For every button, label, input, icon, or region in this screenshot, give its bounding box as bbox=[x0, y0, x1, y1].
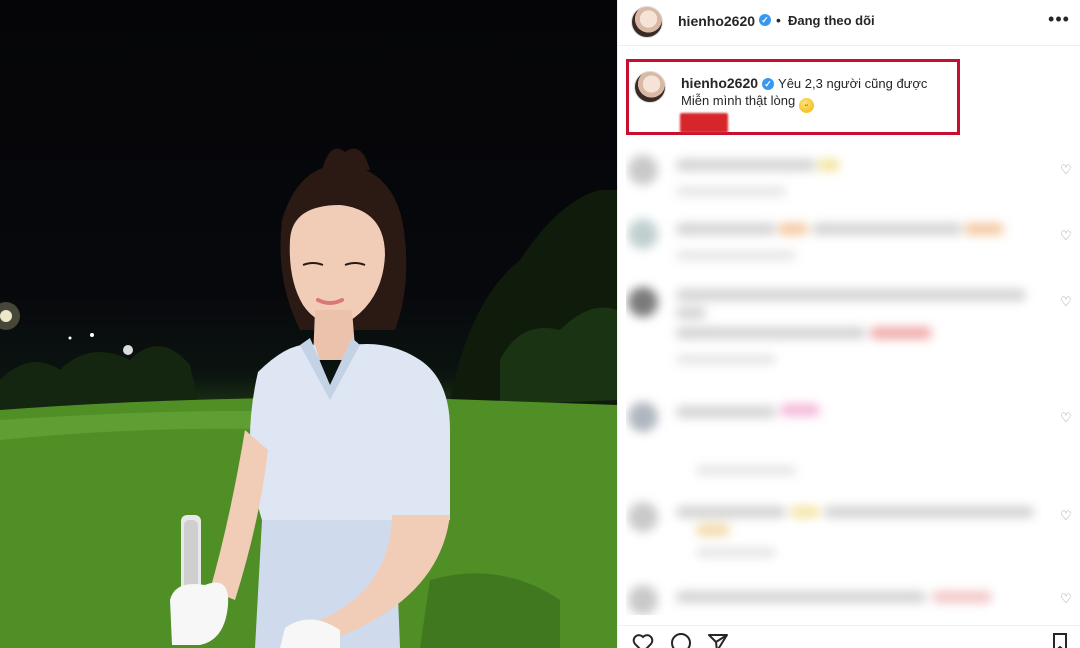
caption-username[interactable]: hienho2620 bbox=[681, 75, 758, 91]
verified-badge-icon: ✓ bbox=[759, 14, 771, 26]
comment-like-heart-icon[interactable]: ♡ bbox=[1059, 229, 1073, 243]
avatar[interactable] bbox=[631, 6, 663, 38]
redacted-timestamp bbox=[680, 113, 728, 133]
post-photo[interactable] bbox=[0, 0, 617, 648]
heart-outline-icon[interactable] bbox=[631, 631, 655, 648]
comment-bubble-icon[interactable] bbox=[669, 631, 693, 648]
comment-like-heart-icon[interactable]: ♡ bbox=[1059, 295, 1073, 309]
comment-like-heart-icon[interactable]: ♡ bbox=[1059, 509, 1073, 523]
action-bar bbox=[618, 625, 1080, 648]
drooling-face-emoji-icon: ᵕ bbox=[798, 98, 814, 113]
comments-list bbox=[626, 143, 1042, 615]
paper-plane-icon[interactable] bbox=[706, 631, 730, 648]
header-separator: • bbox=[776, 12, 781, 28]
more-options-icon[interactable]: ••• bbox=[1046, 8, 1072, 34]
caption-first-line: hienho2620 ✓ Yêu 2,3 người cũng được bbox=[681, 75, 927, 91]
post-side-panel: hienho2620 ✓ • Đang theo dõi ••• hienho2… bbox=[617, 0, 1080, 648]
author-username[interactable]: hienho2620 bbox=[678, 13, 755, 29]
following-button[interactable]: Đang theo dõi bbox=[788, 13, 875, 28]
photo-illustration bbox=[0, 148, 617, 648]
comment-like-heart-icon[interactable]: ♡ bbox=[1059, 411, 1073, 425]
caption-avatar[interactable] bbox=[634, 71, 666, 103]
comment-like-heart-icon[interactable]: ♡ bbox=[1059, 163, 1073, 177]
caption-text-line1: Yêu 2,3 người cũng được bbox=[778, 76, 928, 91]
bookmark-icon[interactable] bbox=[1048, 631, 1072, 648]
post-header: hienho2620 ✓ • Đang theo dõi ••• bbox=[618, 0, 1080, 46]
caption-second-line: Miễn mình thật lòng ᵕ bbox=[681, 93, 814, 113]
verified-badge-icon: ✓ bbox=[762, 78, 775, 90]
comment-like-heart-icon[interactable]: ♡ bbox=[1059, 592, 1073, 606]
caption-highlight: hienho2620 ✓ Yêu 2,3 người cũng được Miễn … bbox=[626, 59, 960, 135]
caption-text-line2: Miễn mình thật lòng bbox=[681, 93, 796, 108]
